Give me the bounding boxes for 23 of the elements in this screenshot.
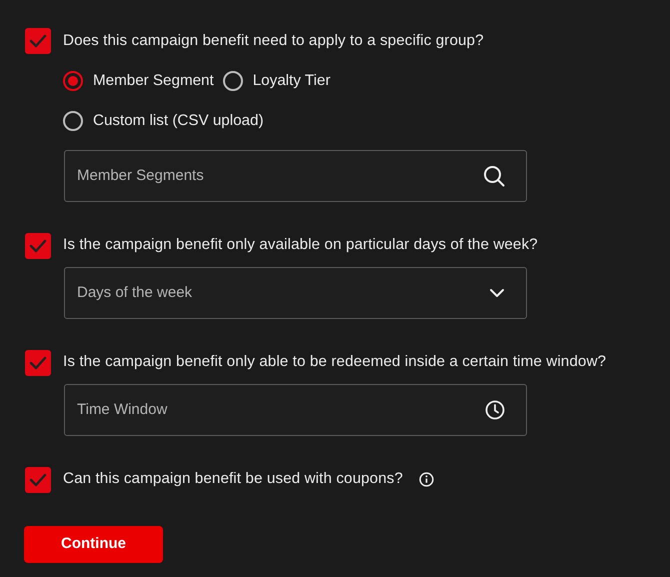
- clock-icon[interactable]: [485, 400, 505, 420]
- question-text: Can this campaign benefit be used with coupons?: [63, 469, 403, 490]
- time-field[interactable]: Time Window: [64, 384, 527, 436]
- check-icon: [29, 34, 47, 48]
- radio-option[interactable]: Custom list (CSV upload): [63, 110, 363, 133]
- radio-option[interactable]: Member Segment: [63, 70, 214, 93]
- chevron-down-icon[interactable]: [489, 288, 505, 298]
- checkbox[interactable]: [25, 28, 51, 54]
- search-field[interactable]: Member Segments: [64, 150, 527, 202]
- check-icon: [29, 472, 47, 487]
- dropdown-field[interactable]: Days of the week: [64, 266, 527, 319]
- checkbox[interactable]: [25, 232, 51, 259]
- check-icon: [29, 238, 47, 253]
- continue-button[interactable]: Continue: [24, 526, 163, 563]
- info-icon[interactable]: [418, 472, 434, 488]
- question-text: Is the campaign benefit only able to be redeemed inside a certain time window?: [63, 352, 606, 372]
- radio-option[interactable]: Loyalty Tier: [222, 70, 330, 93]
- question-text: Is the campaign benefit only available on particular days of the week?: [63, 235, 538, 256]
- check-icon: [29, 356, 47, 370]
- question-text: Does this campaign benefit need to apply to a specific group?: [63, 30, 484, 51]
- search-icon[interactable]: [483, 164, 505, 187]
- checkbox[interactable]: [25, 350, 51, 376]
- checkbox[interactable]: [25, 466, 51, 493]
